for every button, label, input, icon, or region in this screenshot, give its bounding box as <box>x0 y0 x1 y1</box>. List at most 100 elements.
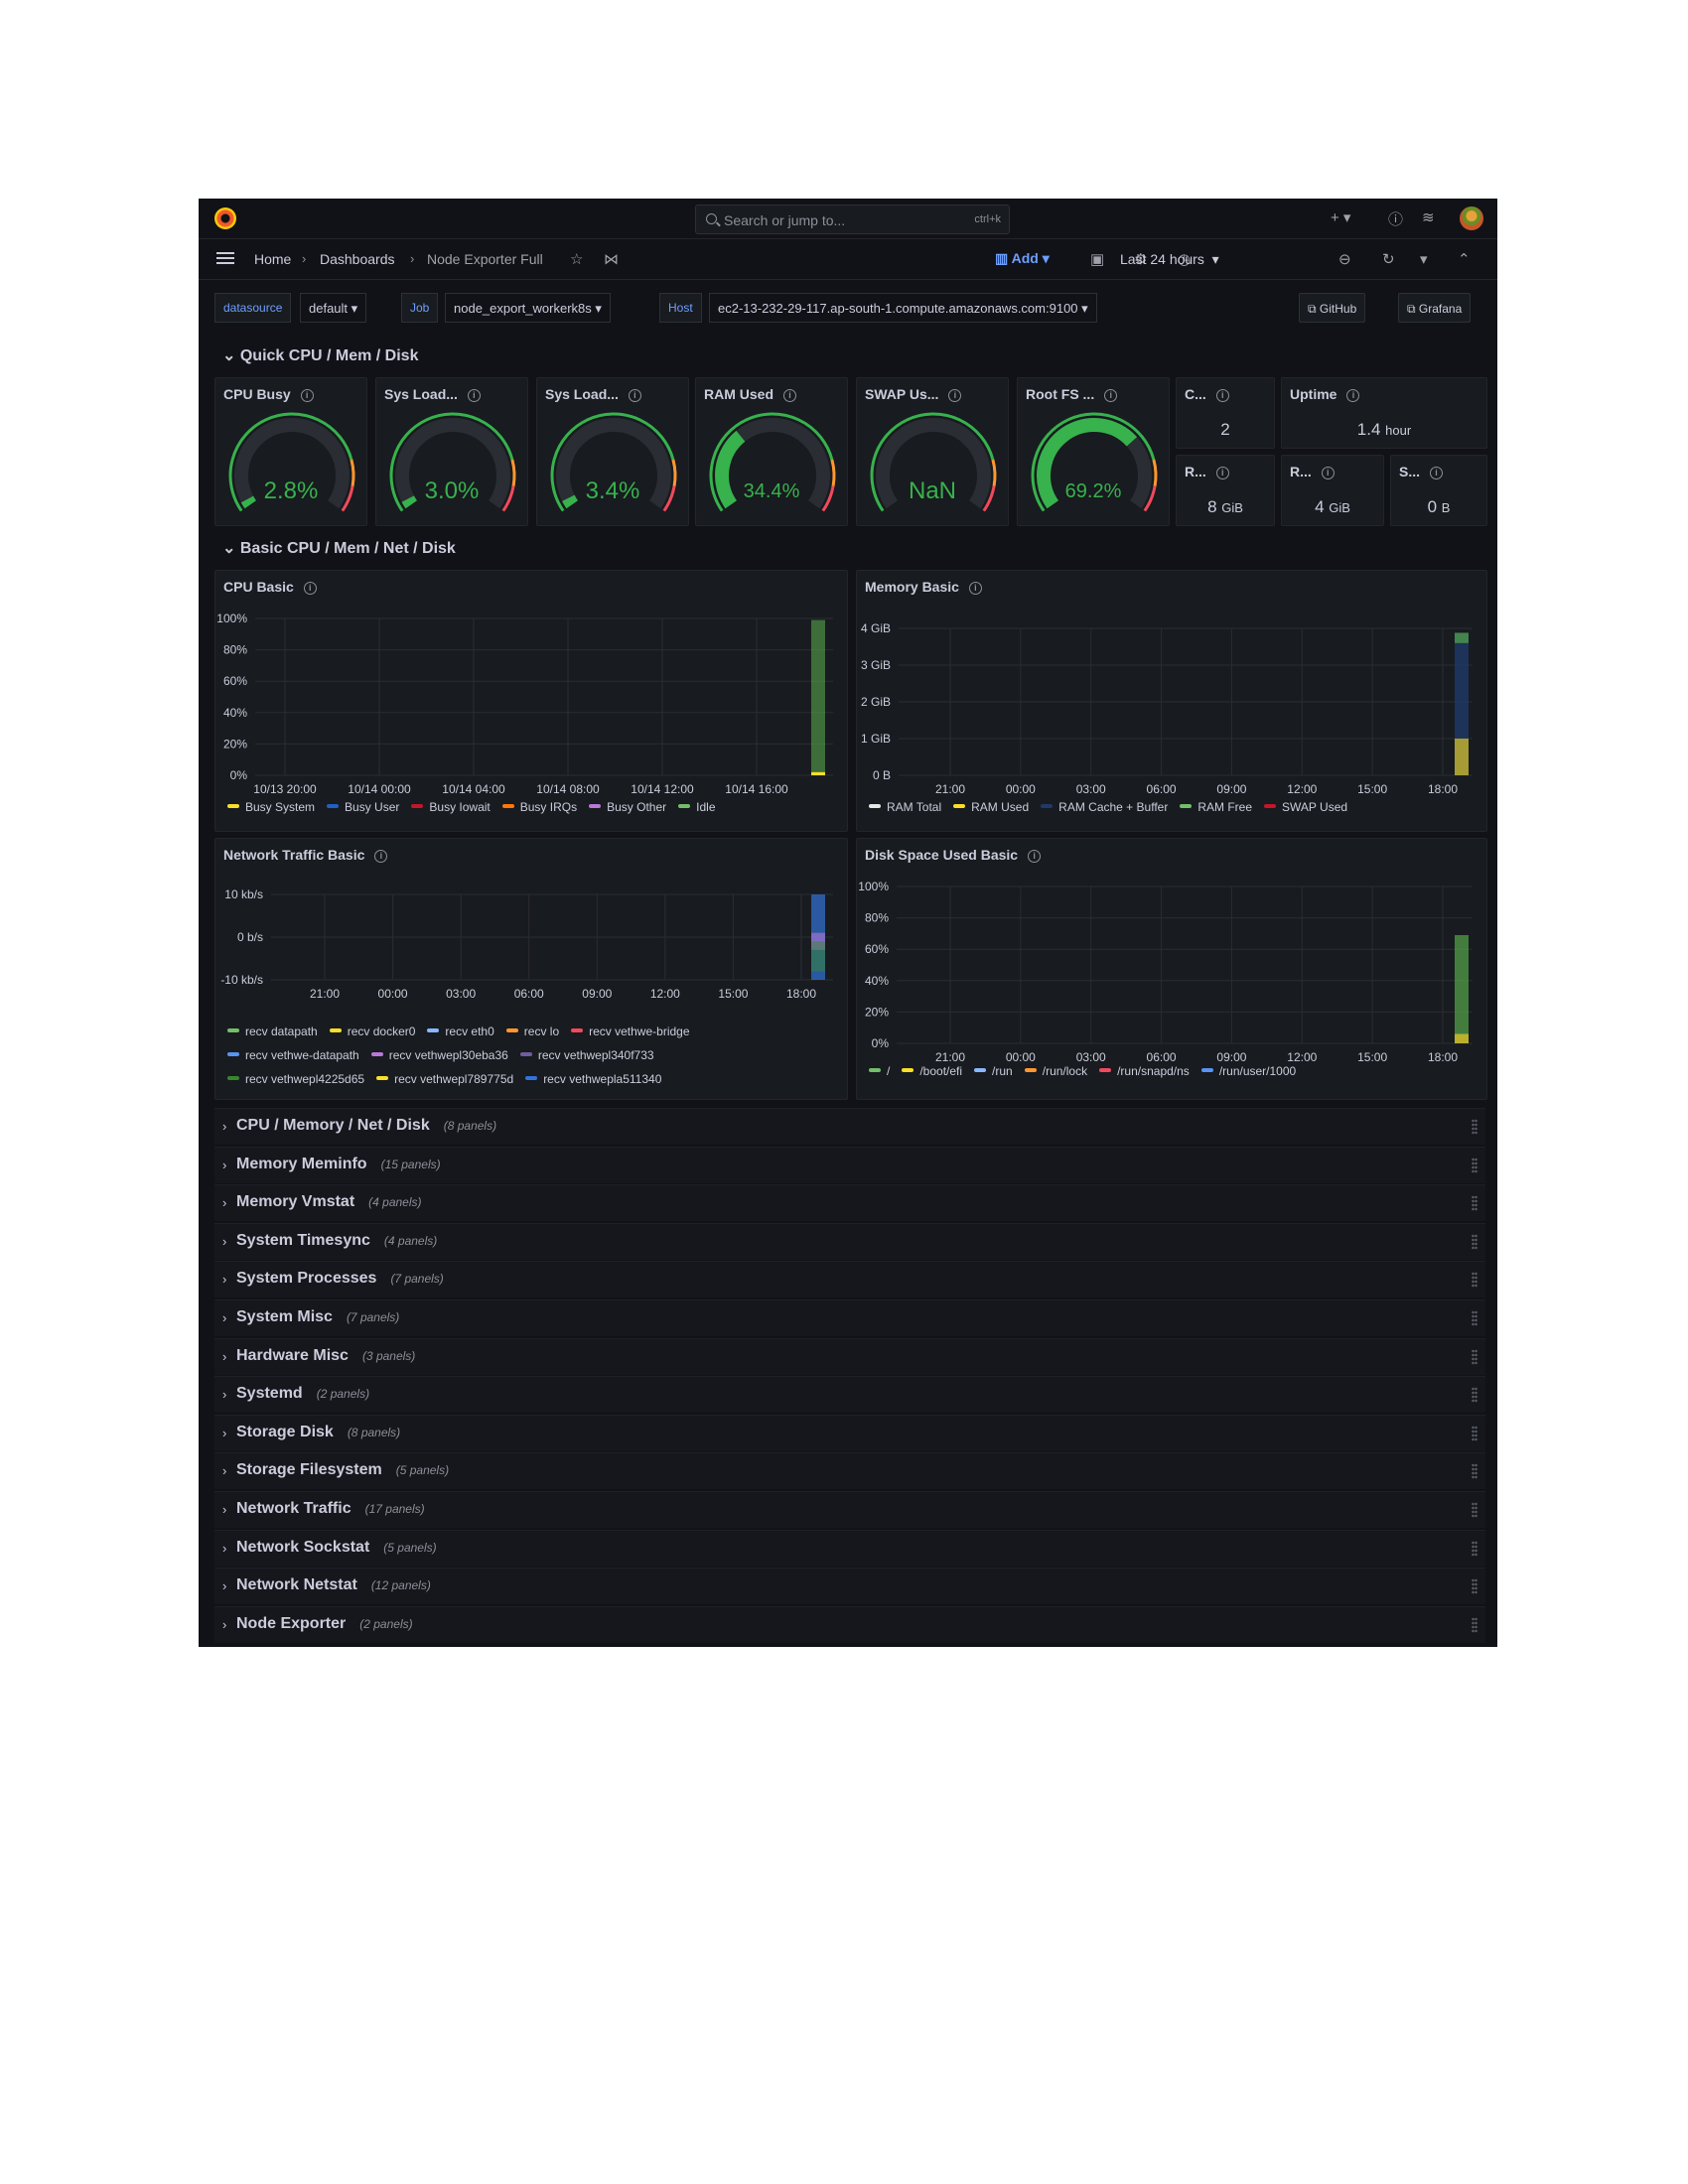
grafana-link[interactable]: ⧉ Grafana <box>1398 293 1472 323</box>
legend-item[interactable]: RAM Used <box>953 795 1029 819</box>
legend-item[interactable]: Busy IRQs <box>501 795 577 819</box>
info-icon[interactable]: i <box>467 389 481 402</box>
drag-handle-icon[interactable] <box>1472 1119 1477 1135</box>
info-icon[interactable]: i <box>1215 467 1229 479</box>
info-icon[interactable]: i <box>1104 389 1118 402</box>
legend-item[interactable]: Busy Other <box>589 795 666 819</box>
gauge-value: 3.4% <box>585 478 640 504</box>
breadcrumb-dashboards[interactable]: Dashboards <box>320 251 395 267</box>
row-title: Network Netstat (12 panels) <box>236 1576 431 1594</box>
legend-item[interactable]: recv lo <box>505 1020 559 1043</box>
collapsed-row[interactable]: › CPU / Memory / Net / Disk (8 panels) <box>214 1108 1485 1145</box>
drag-handle-icon[interactable] <box>1472 1348 1477 1365</box>
drag-handle-icon[interactable] <box>1472 1540 1477 1557</box>
info-icon[interactable]: i <box>1430 467 1444 479</box>
grafana-logo-icon[interactable] <box>214 207 236 229</box>
variable-select-host[interactable]: ec2-13-232-29-117.ap-south-1.compute.ama… <box>709 293 1097 323</box>
collapsed-row[interactable]: › System Misc (7 panels) <box>214 1299 1485 1336</box>
breadcrumb-home[interactable]: Home <box>254 251 291 267</box>
legend-item[interactable]: /run/lock <box>1024 1059 1087 1083</box>
row-basic-cpu-mem-net-disk[interactable]: ⌄ Basic CPU / Mem / Net / Disk <box>222 538 456 558</box>
legend-item[interactable]: /run/user/1000 <box>1200 1059 1296 1083</box>
refresh-icon[interactable]: ↻ <box>1382 250 1395 268</box>
legend-item[interactable]: Busy System <box>227 795 315 819</box>
legend-item[interactable]: recv eth0 <box>427 1020 494 1043</box>
collapsed-row[interactable]: › Storage Disk (8 panels) <box>214 1414 1485 1451</box>
drag-handle-icon[interactable] <box>1472 1578 1477 1595</box>
legend-item[interactable]: /run <box>974 1059 1013 1083</box>
drag-handle-icon[interactable] <box>1472 1233 1477 1250</box>
chevron-right-icon: › <box>222 1272 227 1288</box>
star-icon[interactable]: ☆ <box>570 250 583 268</box>
legend-item[interactable]: /run/snapd/ns <box>1099 1059 1190 1083</box>
collapsed-row[interactable]: › Memory Meminfo (15 panels) <box>214 1146 1485 1183</box>
zoom-out-icon[interactable]: ⊖ <box>1338 250 1351 268</box>
share-icon[interactable]: ⋈ <box>604 250 619 268</box>
news-feed-icon[interactable]: ≋ <box>1422 208 1435 226</box>
info-icon[interactable]: i <box>783 389 797 402</box>
collapsed-row[interactable]: › Memory Vmstat (4 panels) <box>214 1184 1485 1222</box>
row-quick-cpu-mem-disk[interactable]: ⌄ Quick CPU / Mem / Disk <box>222 345 418 365</box>
drag-handle-icon[interactable] <box>1472 1157 1477 1173</box>
drag-handle-icon[interactable] <box>1472 1463 1477 1480</box>
legend-item[interactable]: recv vethwe-datapath <box>227 1043 359 1067</box>
legend-item[interactable]: Idle <box>678 795 716 819</box>
panel-title: R... <box>1185 464 1206 479</box>
chevron-up-icon[interactable]: ⌃ <box>1458 250 1471 268</box>
info-icon[interactable]: i <box>300 389 314 402</box>
legend-item[interactable]: RAM Cache + Buffer <box>1041 795 1168 819</box>
collapsed-row[interactable]: › Network Netstat (12 panels) <box>214 1568 1485 1605</box>
legend-item[interactable]: recv vethwepl4225d65 <box>227 1067 364 1091</box>
info-icon[interactable]: i <box>1321 467 1335 479</box>
drag-handle-icon[interactable] <box>1472 1425 1477 1441</box>
collapsed-row[interactable]: › System Processes (7 panels) <box>214 1261 1485 1298</box>
variable-label-job: Job <box>401 293 439 323</box>
legend-item[interactable]: RAM Free <box>1180 795 1252 819</box>
legend-item[interactable]: /boot/efi <box>902 1059 962 1083</box>
save-icon[interactable]: ▣ <box>1090 250 1104 268</box>
legend-item[interactable]: / <box>869 1059 890 1083</box>
time-range-picker[interactable]: Last 24 hours ▾ <box>1120 251 1219 268</box>
info-icon[interactable]: i <box>1215 389 1229 402</box>
plus-icon[interactable]: + ▾ <box>1331 208 1350 226</box>
legend-item[interactable]: recv vethwepl30eba36 <box>370 1043 508 1067</box>
row-panel-count: (17 panels) <box>364 1502 425 1516</box>
user-avatar[interactable] <box>1460 206 1483 230</box>
legend-item[interactable]: recv docker0 <box>329 1020 415 1043</box>
legend-item[interactable]: Busy Iowait <box>411 795 491 819</box>
drag-handle-icon[interactable] <box>1472 1616 1477 1633</box>
variable-select-datasource[interactable]: default ▾ <box>300 293 367 323</box>
collapsed-row[interactable]: › Network Traffic (17 panels) <box>214 1491 1485 1528</box>
legend-item[interactable]: SWAP Used <box>1264 795 1347 819</box>
drag-handle-icon[interactable] <box>1472 1310 1477 1326</box>
collapsed-row[interactable]: › System Timesync (4 panels) <box>214 1222 1485 1260</box>
collapsed-row[interactable]: › Network Sockstat (5 panels) <box>214 1529 1485 1567</box>
search-input[interactable]: Search or jump to... ctrl+k <box>695 205 1010 234</box>
legend-item[interactable]: Busy User <box>327 795 399 819</box>
info-icon[interactable]: i <box>948 389 962 402</box>
github-link[interactable]: ⧉ GitHub <box>1299 293 1366 323</box>
legend-item[interactable]: recv datapath <box>227 1020 318 1043</box>
collapsed-row[interactable]: › Systemd (2 panels) <box>214 1376 1485 1414</box>
legend-item[interactable]: recv vethwepla511340 <box>525 1067 661 1091</box>
drag-handle-icon[interactable] <box>1472 1502 1477 1518</box>
help-icon[interactable]: ⓘ <box>1388 208 1403 229</box>
legend-item[interactable]: RAM Total <box>869 795 941 819</box>
collapsed-row[interactable]: › Storage Filesystem (5 panels) <box>214 1452 1485 1490</box>
row-panel-count: (5 panels) <box>395 1463 450 1478</box>
legend-item[interactable]: recv vethwepl789775d <box>376 1067 513 1091</box>
legend-item[interactable]: recv vethwe-bridge <box>571 1020 690 1043</box>
collapsed-row[interactable]: › Node Exporter (2 panels) <box>214 1605 1485 1643</box>
drag-handle-icon[interactable] <box>1472 1272 1477 1289</box>
collapsed-row[interactable]: › Hardware Misc (3 panels) <box>214 1337 1485 1375</box>
variable-select-job[interactable]: node_export_workerk8s ▾ <box>445 293 611 323</box>
add-button[interactable]: ▥ Add ▾ <box>995 250 1050 267</box>
x-tick-label: 18:00 <box>1428 782 1458 796</box>
menu-icon[interactable] <box>216 252 234 264</box>
info-icon[interactable]: i <box>1346 389 1360 402</box>
chevron-down-icon[interactable]: ▾ <box>1420 250 1428 268</box>
drag-handle-icon[interactable] <box>1472 1195 1477 1212</box>
drag-handle-icon[interactable] <box>1472 1387 1477 1404</box>
info-icon[interactable]: i <box>628 389 641 402</box>
legend-item[interactable]: recv vethwepl340f733 <box>519 1043 654 1067</box>
